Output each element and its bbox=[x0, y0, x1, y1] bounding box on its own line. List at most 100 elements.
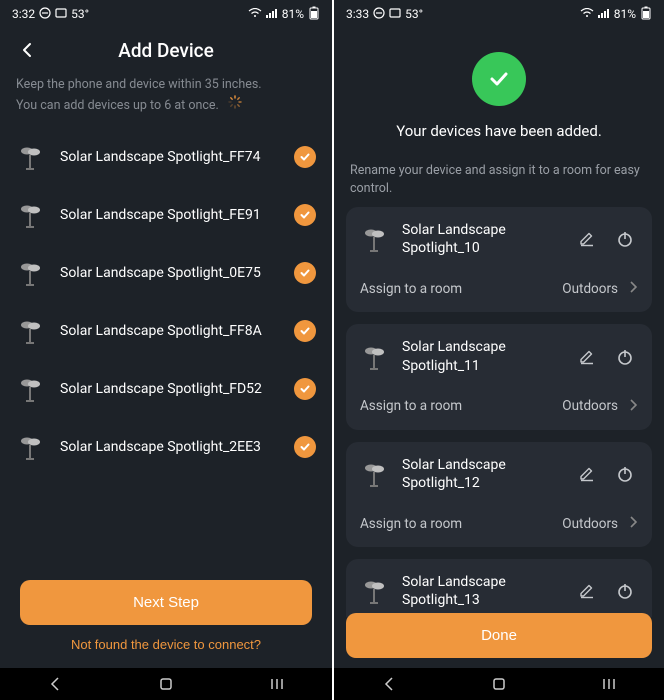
phone-add-device: 3:32 53° 81% Add bbox=[0, 0, 332, 700]
selected-check-icon bbox=[294, 262, 316, 284]
device-row[interactable]: Solar Landscape Spotlight_FE91 bbox=[0, 186, 332, 244]
dnd-icon bbox=[39, 7, 51, 22]
battery-icon bbox=[640, 6, 652, 23]
assign-label: Assign to a room bbox=[360, 516, 552, 532]
android-nav-bar bbox=[0, 668, 332, 700]
chevron-right-icon bbox=[628, 397, 638, 416]
wifi-icon bbox=[580, 7, 594, 21]
spotlight-icon bbox=[360, 342, 390, 372]
device-name: Solar Landscape Spotlight_FD52 bbox=[60, 381, 280, 397]
image-icon bbox=[389, 7, 401, 22]
dnd-icon bbox=[373, 7, 385, 22]
spotlight-icon bbox=[16, 142, 46, 172]
signal-icon bbox=[598, 7, 610, 21]
done-button[interactable]: Done bbox=[346, 613, 652, 658]
device-name: Solar Landscape Spotlight_10 bbox=[402, 221, 562, 257]
nav-home-button[interactable] bbox=[479, 676, 519, 692]
nav-back-button[interactable] bbox=[35, 676, 75, 692]
selected-check-icon bbox=[294, 146, 316, 168]
device-card: Solar Landscape Spotlight_10 Assign to a … bbox=[346, 207, 652, 312]
assign-label: Assign to a room bbox=[360, 281, 552, 297]
nav-recents-button[interactable] bbox=[257, 676, 297, 692]
assign-room-row[interactable]: Assign to a room Outdoors bbox=[346, 267, 652, 312]
room-value: Outdoors bbox=[562, 398, 618, 414]
edit-button[interactable] bbox=[574, 226, 600, 252]
image-icon bbox=[55, 7, 67, 22]
success-check-icon bbox=[472, 52, 526, 106]
next-step-button[interactable]: Next Step bbox=[20, 580, 312, 625]
instruction-line: Keep the phone and device within 35 inch… bbox=[16, 76, 316, 95]
status-bar: 3:32 53° 81% bbox=[0, 0, 332, 28]
power-button[interactable] bbox=[612, 461, 638, 487]
spotlight-icon bbox=[360, 224, 390, 254]
nav-back-button[interactable] bbox=[369, 676, 409, 692]
signal-icon bbox=[266, 7, 278, 21]
device-card: Solar Landscape Spotlight_11 Assign to a … bbox=[346, 324, 652, 429]
selected-check-icon bbox=[294, 204, 316, 226]
device-name: Solar Landscape Spotlight_12 bbox=[402, 456, 562, 492]
selected-check-icon bbox=[294, 436, 316, 458]
instruction-line: You can add devices up to 6 at once. bbox=[16, 98, 219, 113]
spotlight-icon bbox=[16, 374, 46, 404]
device-name: Solar Landscape Spotlight_FF8A bbox=[60, 323, 280, 339]
power-button[interactable] bbox=[612, 344, 638, 370]
wifi-icon bbox=[248, 7, 262, 21]
success-message: Your devices have been added. bbox=[350, 122, 648, 140]
chevron-right-icon bbox=[628, 279, 638, 298]
device-card: Solar Landscape Spotlight_13Assign to a … bbox=[346, 559, 652, 617]
selected-check-icon bbox=[294, 378, 316, 400]
temperature: 53° bbox=[405, 7, 423, 21]
device-card: Solar Landscape Spotlight_12 Assign to a … bbox=[346, 442, 652, 547]
android-nav-bar bbox=[334, 668, 664, 700]
bottom-actions: Next Step Not found the device to connec… bbox=[0, 566, 332, 668]
header: Add Device bbox=[0, 28, 332, 68]
device-row[interactable]: Solar Landscape Spotlight_FF8A bbox=[0, 302, 332, 360]
edit-button[interactable] bbox=[574, 578, 600, 604]
not-found-link[interactable]: Not found the device to connect? bbox=[20, 625, 312, 656]
power-button[interactable] bbox=[612, 226, 638, 252]
device-row[interactable]: Solar Landscape Spotlight_FF74 bbox=[0, 128, 332, 186]
spotlight-icon bbox=[16, 200, 46, 230]
device-name: Solar Landscape Spotlight_FF74 bbox=[60, 149, 280, 165]
nav-home-button[interactable] bbox=[146, 676, 186, 692]
page-title: Add Device bbox=[16, 39, 316, 62]
battery-text: 81% bbox=[282, 7, 304, 21]
device-row[interactable]: Solar Landscape Spotlight_FD52 bbox=[0, 360, 332, 418]
device-row[interactable]: Solar Landscape Spotlight_0E75 bbox=[0, 244, 332, 302]
phone-devices-added: 3:33 53° 81% Your bbox=[332, 0, 664, 700]
nav-recents-button[interactable] bbox=[589, 676, 629, 692]
device-list: Solar Landscape Spotlight_FF74 Solar Land… bbox=[0, 128, 332, 567]
device-name: Solar Landscape Spotlight_FE91 bbox=[60, 207, 280, 223]
device-name: Solar Landscape Spotlight_13 bbox=[402, 573, 562, 609]
success-header: Your devices have been added. bbox=[334, 28, 664, 158]
spotlight-icon bbox=[16, 258, 46, 288]
device-name: Solar Landscape Spotlight_2EE3 bbox=[60, 439, 280, 455]
power-button[interactable] bbox=[612, 578, 638, 604]
instructions: Keep the phone and device within 35 inch… bbox=[0, 68, 332, 128]
assign-label: Assign to a room bbox=[360, 398, 552, 414]
device-row[interactable]: Solar Landscape Spotlight_2EE3 bbox=[0, 418, 332, 476]
device-name: Solar Landscape Spotlight_11 bbox=[402, 338, 562, 374]
room-value: Outdoors bbox=[562, 281, 618, 297]
spotlight-icon bbox=[360, 576, 390, 606]
battery-text: 81% bbox=[614, 7, 636, 21]
chevron-right-icon bbox=[628, 514, 638, 533]
clock: 3:33 bbox=[346, 7, 369, 21]
spotlight-icon bbox=[360, 459, 390, 489]
edit-button[interactable] bbox=[574, 461, 600, 487]
loading-spinner-icon bbox=[228, 95, 242, 116]
spotlight-icon bbox=[16, 432, 46, 462]
status-bar: 3:33 53° 81% bbox=[334, 0, 664, 28]
assign-room-row[interactable]: Assign to a room Outdoors bbox=[346, 385, 652, 430]
assign-room-row[interactable]: Assign to a room Outdoors bbox=[346, 502, 652, 547]
spotlight-icon bbox=[16, 316, 46, 346]
clock: 3:32 bbox=[12, 7, 35, 21]
battery-icon bbox=[308, 6, 320, 23]
sub-message: Rename your device and assign it to a ro… bbox=[334, 158, 664, 207]
temperature: 53° bbox=[71, 7, 89, 21]
selected-check-icon bbox=[294, 320, 316, 342]
device-name: Solar Landscape Spotlight_0E75 bbox=[60, 265, 280, 281]
device-cards: Solar Landscape Spotlight_10 Assign to a … bbox=[334, 207, 664, 617]
edit-button[interactable] bbox=[574, 344, 600, 370]
room-value: Outdoors bbox=[562, 516, 618, 532]
